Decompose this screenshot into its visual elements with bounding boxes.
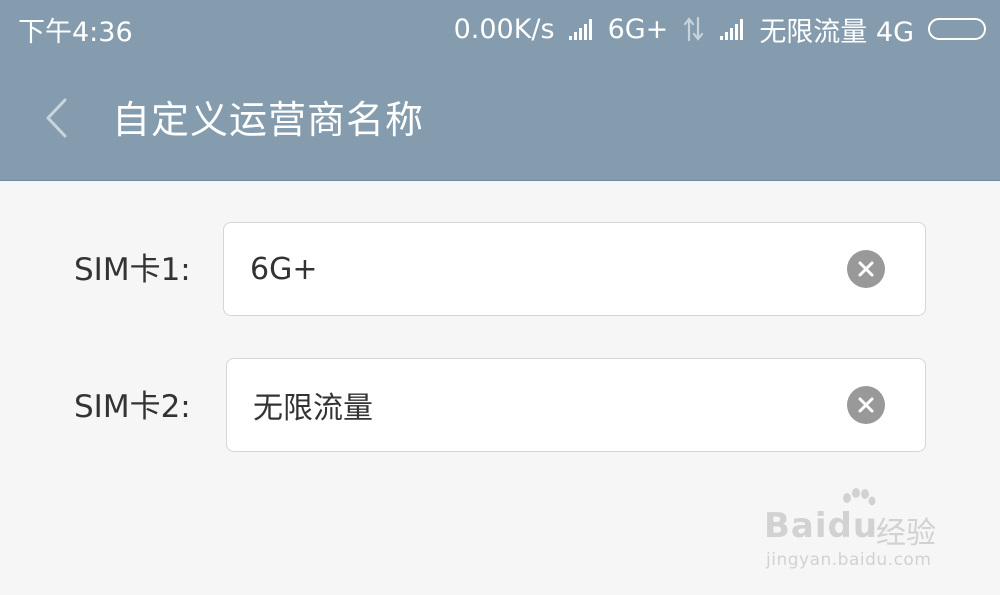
signal-icon	[720, 18, 745, 40]
data-arrows-icon	[684, 16, 704, 42]
sim2-name-input[interactable]	[253, 359, 813, 451]
clear-icon[interactable]	[847, 250, 885, 288]
status-bar: 下午4:36 0.00K/s 6G+ 无限流量 4G	[0, 0, 1000, 58]
network-speed: 0.00K/s	[453, 13, 555, 45]
sim1-name-field[interactable]	[223, 222, 926, 316]
page-title: 自定义运营商名称	[112, 98, 425, 142]
chevron-left-icon[interactable]	[38, 96, 78, 140]
sim2-label: SIM卡2:	[74, 389, 191, 425]
paw-logo-icon	[843, 488, 876, 506]
clear-icon[interactable]	[847, 386, 885, 424]
battery-icon	[928, 18, 986, 40]
watermark-cn: 经验	[876, 516, 936, 551]
signal-icon	[568, 18, 594, 40]
watermark-url: jingyan.baidu.com	[766, 550, 932, 570]
sim1-label: SIM卡1:	[74, 252, 191, 288]
baidu-jingyan-watermark: Baidu 经验 jingyan.baidu.com	[764, 488, 964, 578]
sim2-name-field[interactable]	[226, 358, 926, 452]
sim1-network-label: 6G+	[607, 13, 669, 45]
sim1-name-input[interactable]	[250, 223, 810, 315]
sim2-network-label: 无限流量 4G	[759, 16, 914, 48]
status-time: 下午4:36	[18, 17, 133, 48]
status-indicators: 0.00K/s 6G+ 无限流量 4G	[454, 10, 986, 48]
app-header: 下午4:36 0.00K/s 6G+ 无限流量 4G 自定义运营商名称	[0, 0, 1000, 181]
